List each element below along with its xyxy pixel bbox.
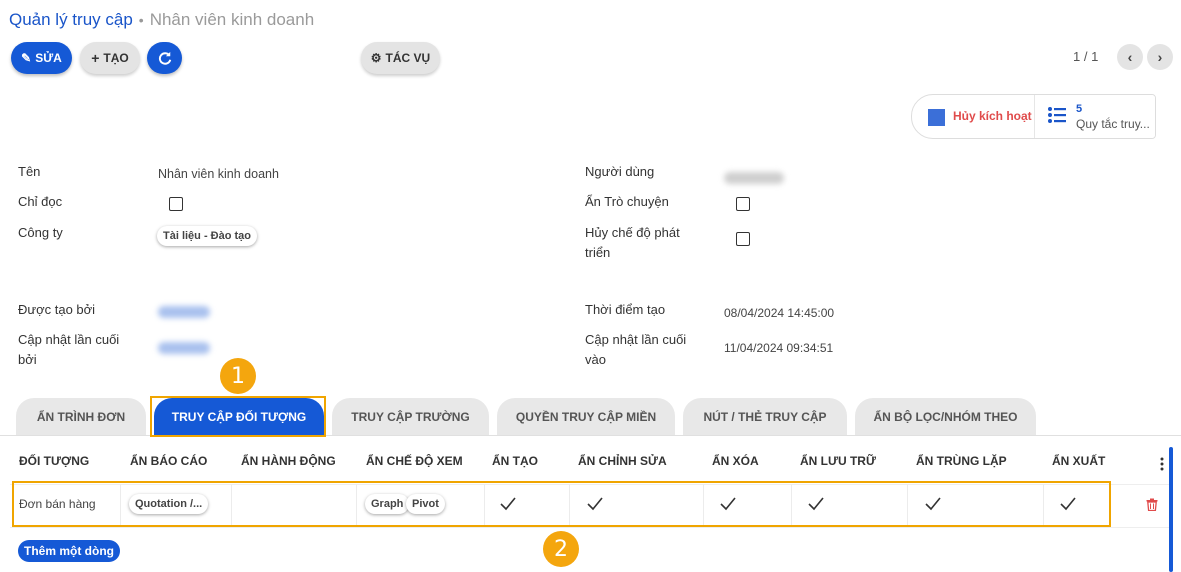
users-label: Người dùng — [585, 164, 655, 179]
created-at-value: 08/04/2024 14:45:00 — [724, 306, 835, 320]
column-header-object[interactable]: ĐỐI TƯỢNG — [19, 454, 89, 468]
disable-dev-mode-checkbox[interactable] — [736, 232, 750, 246]
hide-chat-checkbox[interactable] — [736, 197, 750, 211]
scrollbar[interactable] — [1169, 447, 1173, 572]
pager-next-button[interactable]: › — [1147, 44, 1173, 70]
name-value[interactable]: Nhân viên kinh doanh — [158, 167, 279, 181]
smart-buttons: Hủy kích hoạt 5 Quy tắc truy... — [911, 94, 1156, 139]
refresh-icon — [158, 51, 171, 65]
list-icon — [1048, 107, 1066, 123]
access-rules-count: 5 — [1076, 103, 1083, 115]
deactivate-button[interactable]: Hủy kích hoạt — [953, 109, 1033, 123]
tab-hide-menu[interactable]: ẨN TRÌNH ĐƠN — [16, 398, 146, 435]
annotation-badge-2: 2 — [543, 531, 579, 567]
updated-at-label: Cập nhật lần cuối vào — [585, 330, 686, 370]
name-label: Tên — [18, 164, 41, 179]
readonly-checkbox[interactable] — [169, 197, 183, 211]
updated-at-label-line1: Cập nhật lần cuối — [585, 332, 687, 347]
updated-at-value: 11/04/2024 09:34:51 — [724, 341, 834, 355]
column-header-hide-export[interactable]: ẨN XUẤT — [1052, 454, 1105, 468]
column-header-hide-action[interactable]: ẨN HÀNH ĐỘNG — [241, 454, 336, 468]
access-rules-label: Quy tắc truy... — [1076, 117, 1150, 131]
edit-button[interactable]: ✎ SỬA — [11, 42, 72, 74]
column-header-hide-create[interactable]: ẨN TẠO — [492, 454, 538, 468]
disable-dev-mode-label-line2: triển — [585, 245, 611, 260]
hide-chat-label: Ẩn Trò chuyện — [585, 194, 669, 209]
plus-icon: + — [91, 50, 100, 66]
updated-by-label-line2: bởi — [18, 352, 37, 367]
column-header-hide-delete[interactable]: ẨN XÓA — [712, 454, 759, 468]
company-tag[interactable]: Tài liệu - Đào tạo — [157, 226, 258, 246]
column-header-hide-duplicate[interactable]: ẨN TRÙNG LẶP — [916, 454, 1007, 468]
tab-button-tab-access[interactable]: NÚT / THẺ TRUY CẬP — [683, 398, 847, 435]
gear-icon: ⚙ — [370, 51, 382, 65]
created-at-label: Thời điểm tạo — [585, 302, 666, 317]
actions-button[interactable]: ⚙ TÁC VỤ — [361, 42, 440, 74]
pencil-icon: ✎ — [21, 51, 32, 65]
pager-counter[interactable]: 1 / 1 — [1073, 49, 1098, 64]
edit-button-label: SỬA — [35, 51, 62, 65]
column-header-hide-edit[interactable]: ẨN CHỈNH SỬA — [578, 454, 667, 468]
access-rules-button[interactable]: 5 Quy tắc truy... — [1034, 95, 1155, 138]
tab-hide-filter-groupby[interactable]: ẨN BỘ LỌC/NHÓM THEO — [855, 398, 1036, 435]
trash-icon[interactable] — [1146, 498, 1158, 511]
create-button-label: TẠO — [103, 51, 129, 65]
breadcrumb-separator: • — [138, 12, 144, 28]
tab-field-access[interactable]: TRUY CẬP TRƯỜNG — [332, 398, 489, 435]
updated-by-label: Cập nhật lần cuối bởi — [18, 330, 119, 370]
chevron-left-icon: ‹ — [1127, 49, 1133, 65]
create-button[interactable]: + TẠO — [80, 42, 140, 74]
add-line-button[interactable]: Thêm một dòng — [18, 540, 120, 562]
column-header-hide-archive[interactable]: ẨN LƯU TRỮ — [800, 454, 876, 468]
disable-dev-mode-label: Hủy chế độ phát triển — [585, 223, 680, 263]
column-header-hide-view[interactable]: ẨN CHẾ ĐỘ XEM — [366, 454, 463, 468]
disable-dev-mode-label-line1: Hủy chế độ phát — [585, 225, 680, 240]
column-header-hide-report[interactable]: ẨN BÁO CÁO — [130, 454, 207, 468]
tab-domain-access[interactable]: QUYỀN TRUY CẬP MIỀN — [497, 398, 675, 435]
breadcrumb-current: Nhân viên kinh doanh — [149, 10, 315, 29]
highlight-box-row — [12, 481, 1111, 527]
created-by-label: Được tạo bởi — [18, 302, 96, 317]
updated-at-label-line2: vào — [585, 352, 606, 367]
company-label: Công ty — [18, 225, 63, 240]
updated-by-label-line1: Cập nhật lần cuối — [18, 332, 120, 347]
chevron-right-icon: › — [1157, 49, 1163, 65]
actions-button-label: TÁC VỤ — [385, 51, 431, 65]
breadcrumb: Quản lý truy cập • Nhân viên kinh doanh — [9, 10, 314, 30]
updated-by-value[interactable] — [158, 342, 210, 354]
deactivate-icon — [928, 109, 945, 126]
created-by-value[interactable] — [158, 306, 210, 318]
column-options-icon[interactable] — [1159, 457, 1165, 471]
annotation-badge-1: 1 — [220, 358, 256, 394]
refresh-button[interactable] — [147, 42, 182, 74]
readonly-label: Chỉ đọc — [18, 194, 63, 209]
highlight-box-tab — [150, 396, 326, 437]
users-value[interactable] — [724, 172, 784, 184]
breadcrumb-parent-link[interactable]: Quản lý truy cập — [9, 10, 133, 29]
pager-previous-button[interactable]: ‹ — [1117, 44, 1143, 70]
